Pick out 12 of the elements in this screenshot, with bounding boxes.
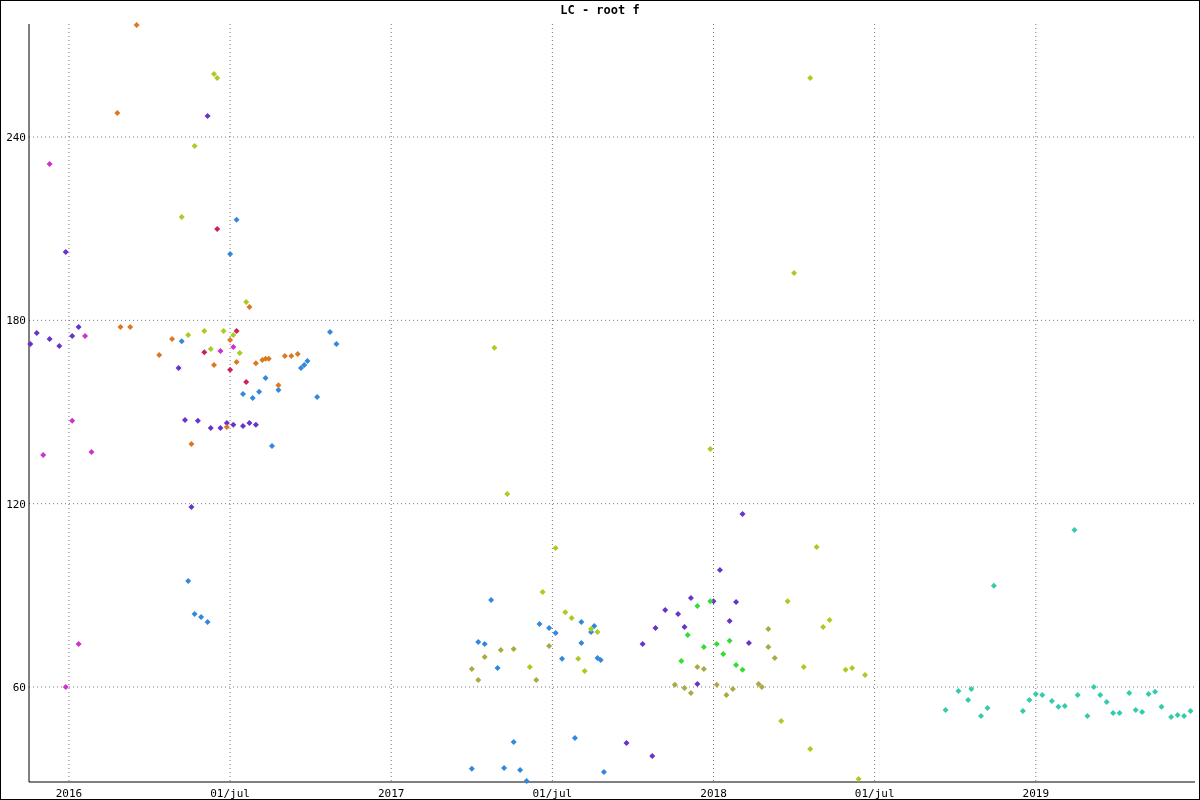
y-tick-label: 60 <box>12 681 26 694</box>
x-tick-label: 01/jul <box>532 787 573 799</box>
x-tick-label: 01/jul <box>854 787 895 799</box>
x-tick-label: 01/jul <box>210 787 250 799</box>
x-tick-label: 2017 <box>378 787 405 799</box>
x-tick-label: 2016 <box>55 787 83 799</box>
x-tick-label: 2019 <box>1022 787 1050 799</box>
chart-title: LC - root f <box>560 3 640 17</box>
y-tick-label: 240 <box>6 131 26 145</box>
y-tick-label: 180 <box>6 314 26 328</box>
x-tick-label: 2018 <box>700 787 727 799</box>
y-tick-label: 120 <box>6 497 26 511</box>
